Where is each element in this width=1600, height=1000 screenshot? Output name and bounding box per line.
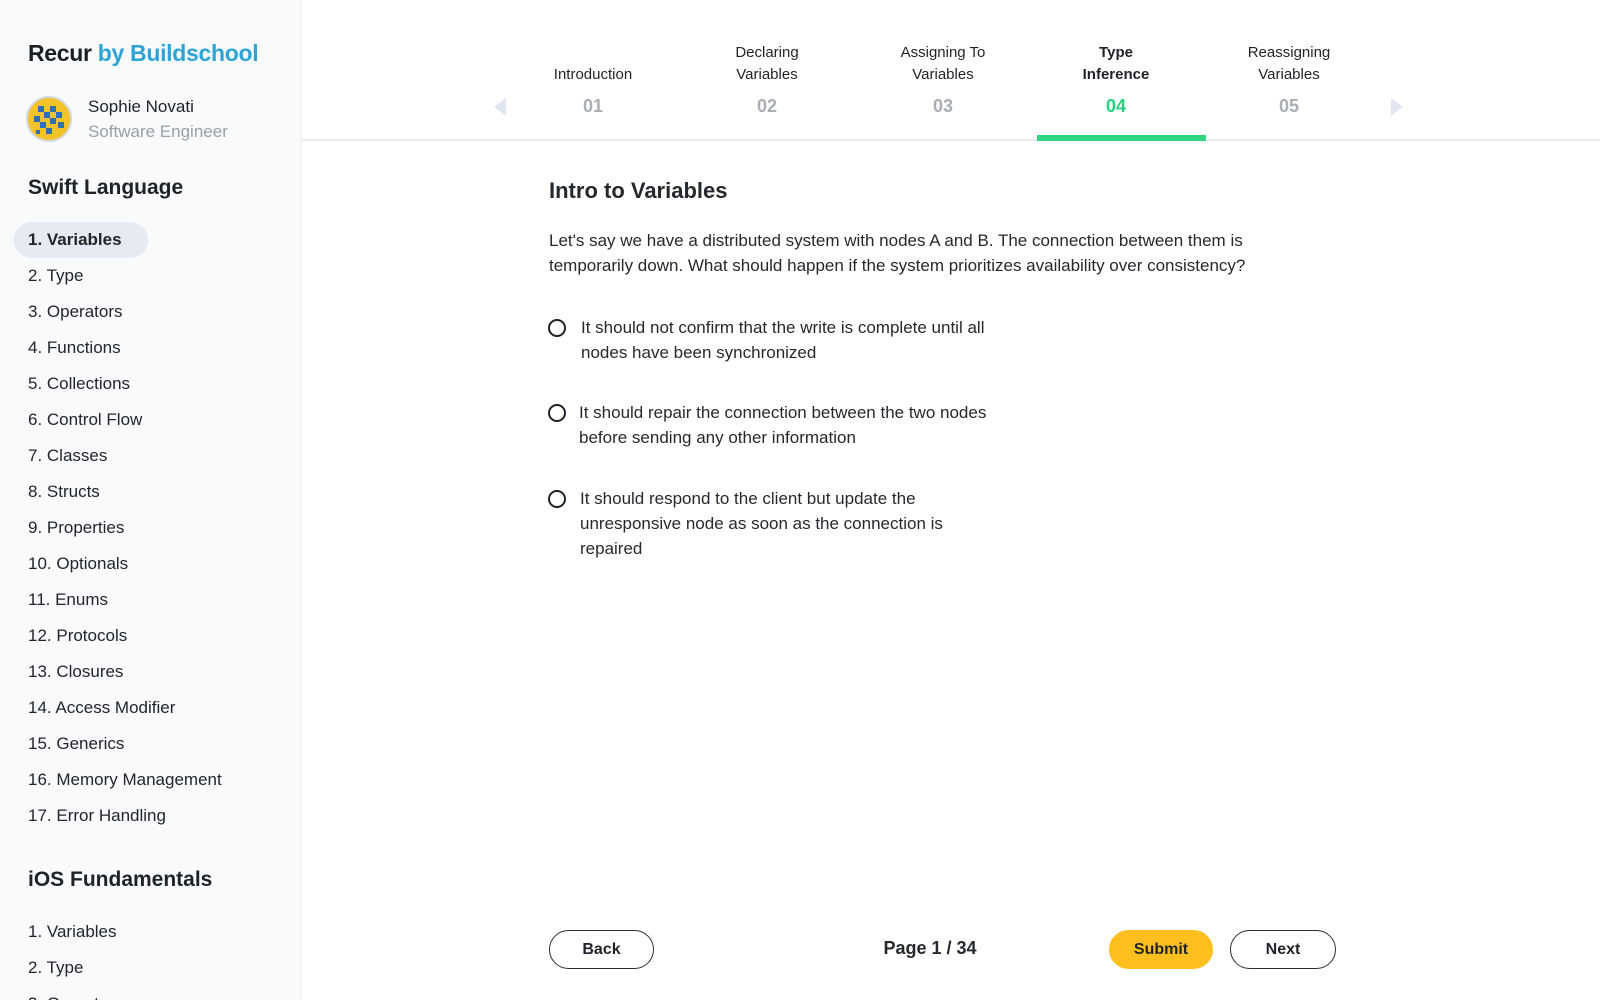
- step-label: Reassigning Variables: [1247, 44, 1331, 83]
- radio-button[interactable]: [548, 319, 566, 337]
- step-label: Introduction: [553, 66, 633, 83]
- step-label: Assigning To Variables: [900, 44, 986, 83]
- sidebar-item-classes[interactable]: 7. Classes: [14, 438, 294, 474]
- sidebar-item-closures[interactable]: 13. Closures: [14, 654, 294, 690]
- section-title-ios-fundamentals: iOS Fundamentals: [28, 868, 213, 891]
- step-label: Declaring Variables: [735, 44, 799, 83]
- user-profile[interactable]: Sophie Novati Software Engineer: [26, 95, 228, 143]
- sidebar-item-enums[interactable]: 11. Enums: [14, 582, 294, 618]
- stepper-next-arrow-icon[interactable]: [1391, 98, 1403, 116]
- answer-text: It should not confirm that the write is …: [581, 318, 985, 362]
- sidebar-item-error-handling[interactable]: 17. Error Handling: [14, 798, 294, 834]
- answer-option-1[interactable]: It should not confirm that the write is …: [548, 315, 998, 365]
- step-number: 01: [582, 96, 604, 116]
- sidebar-item-generics[interactable]: 15. Generics: [14, 726, 294, 762]
- next-button[interactable]: Next: [1230, 930, 1336, 969]
- sidebar-item-collections[interactable]: 5. Collections: [14, 366, 294, 402]
- brand-suffix: by Buildschool: [97, 40, 259, 66]
- question-title: Intro to Variables: [549, 178, 728, 203]
- step-type-inference[interactable]: Type Inference 04: [1031, 0, 1201, 141]
- back-button[interactable]: Back: [549, 930, 654, 969]
- step-assigning-to-variables[interactable]: Assigning To Variables 03: [858, 0, 1028, 141]
- step-label: Type Inference: [1082, 44, 1150, 83]
- radio-button[interactable]: [548, 490, 566, 508]
- sidebar-item-type[interactable]: 2. Type: [14, 950, 294, 986]
- user-role: Software Engineer: [88, 121, 228, 141]
- user-name: Sophie Novati: [88, 96, 194, 116]
- sidebar-item-variables[interactable]: 1. Variables: [14, 914, 294, 950]
- brand-name: Recur: [28, 40, 92, 66]
- sidebar-item-protocols[interactable]: 12. Protocols: [14, 618, 294, 654]
- section-title-swift-language: Swift Language: [28, 176, 184, 199]
- active-step-indicator: [1037, 135, 1206, 141]
- step-number: 03: [932, 96, 954, 116]
- sidebar-item-optionals[interactable]: 10. Optionals: [14, 546, 294, 582]
- step-reassigning-variables[interactable]: Reassigning Variables 05: [1204, 0, 1374, 141]
- step-declaring-variables[interactable]: Declaring Variables 02: [682, 0, 852, 141]
- answer-text: It should respond to the client but upda…: [580, 489, 943, 558]
- stepper-prev-arrow-icon[interactable]: [494, 98, 506, 116]
- avatar: [26, 96, 72, 142]
- page-indicator: Page 1 / 34: [883, 938, 977, 958]
- brand-logo[interactable]: Recur by Buildschool: [28, 40, 259, 67]
- sidebar-item-structs[interactable]: 8. Structs: [14, 474, 294, 510]
- step-number: 04: [1105, 96, 1127, 116]
- submit-button[interactable]: Submit: [1109, 930, 1213, 969]
- answer-text: It should repair the connection between …: [579, 403, 987, 447]
- sidebar-item-functions[interactable]: 4. Functions: [14, 330, 294, 366]
- sidebar-item-properties[interactable]: 9. Properties: [14, 510, 294, 546]
- step-introduction[interactable]: Introduction 01: [508, 0, 678, 141]
- ios-fundamentals-nav: 1. Variables 2. Type 3. Operators: [14, 914, 294, 1000]
- sidebar-item-operators[interactable]: 3. Operators: [14, 294, 294, 330]
- sidebar-item-access-modifier[interactable]: 14. Access Modifier: [14, 690, 294, 726]
- question-text: Let's say we have a distributed system w…: [549, 231, 1246, 275]
- sidebar-item-operators[interactable]: 3. Operators: [14, 986, 294, 1000]
- answer-option-2[interactable]: It should repair the connection between …: [548, 400, 998, 450]
- step-number: 02: [756, 96, 778, 116]
- sidebar-item-variables[interactable]: 1. Variables: [14, 222, 148, 258]
- swift-language-nav: 1. Variables 2. Type 3. Operators 4. Fun…: [14, 222, 294, 834]
- sidebar-item-type[interactable]: 2. Type: [14, 258, 294, 294]
- sidebar-item-memory-management[interactable]: 16. Memory Management: [14, 762, 294, 798]
- sidebar-item-control-flow[interactable]: 6. Control Flow: [14, 402, 294, 438]
- radio-button[interactable]: [548, 404, 566, 422]
- answer-option-3[interactable]: It should respond to the client but upda…: [548, 486, 998, 561]
- sidebar: Recur by Buildschool Sophie Novati Softwa…: [0, 0, 302, 1000]
- step-number: 05: [1278, 96, 1300, 116]
